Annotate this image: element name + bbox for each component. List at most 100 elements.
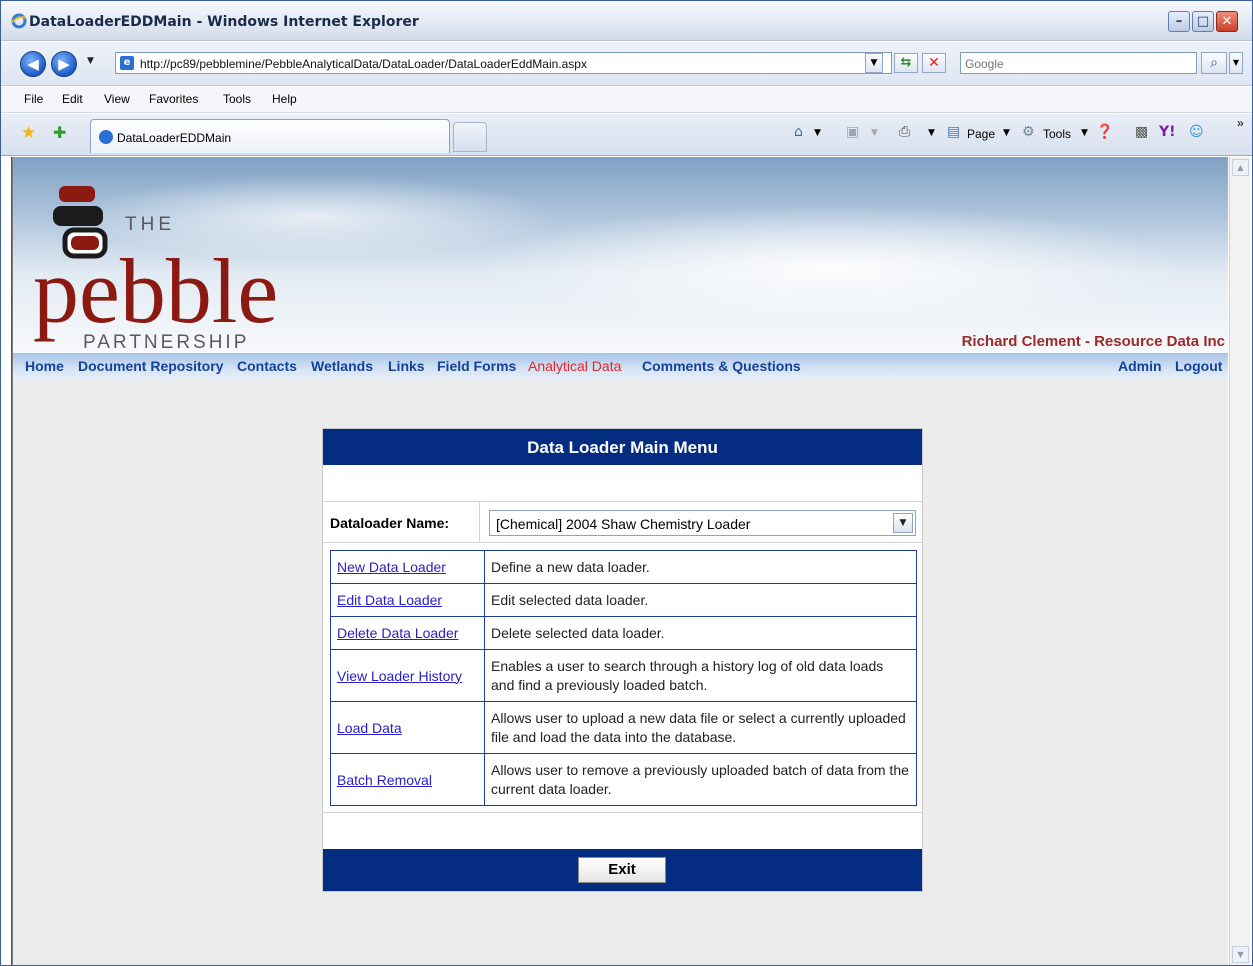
tools-dropdown-icon[interactable]: ▼	[1081, 128, 1088, 138]
browser-window: DataLoaderEDDMain - Windows Internet Exp…	[0, 0, 1253, 966]
new-data-loader-link[interactable]: New Data Loader	[337, 559, 446, 575]
panel-footer: Exit	[323, 849, 922, 891]
data-loader-panel: Data Loader Main Menu Dataloader Name: […	[322, 428, 923, 892]
row-description: Enables a user to search through a histo…	[484, 649, 917, 702]
batch-removal-link[interactable]: Batch Removal	[337, 772, 432, 788]
pebble-partnership-logo: THE pebble PARTNERSHIP	[33, 186, 278, 352]
nav-links[interactable]: Links	[388, 358, 425, 374]
maximize-button[interactable]: □	[1192, 11, 1214, 32]
nav-analytical-data[interactable]: Analytical Data	[528, 358, 621, 374]
forward-button[interactable]: ▶	[51, 51, 77, 77]
search-options-icon[interactable]: ▼	[1229, 52, 1243, 74]
research-icon[interactable]: ▩	[1135, 124, 1148, 140]
table-cell: Batch Removal	[330, 753, 485, 806]
ie-logo-icon	[11, 13, 27, 29]
refresh-icon[interactable]: ⇆	[894, 53, 918, 73]
tab-dataloader[interactable]: DataLoaderEDDMain	[90, 119, 450, 153]
history-dropdown-icon[interactable]: ▼	[87, 56, 94, 66]
page-dropdown-icon[interactable]: ▼	[1003, 128, 1010, 138]
stop-icon[interactable]: ✕	[922, 53, 946, 73]
print-dropdown-icon[interactable]: ▼	[928, 128, 935, 138]
new-tab-button[interactable]	[453, 122, 487, 152]
help-icon[interactable]: ❓	[1096, 124, 1113, 140]
edit-data-loader-link[interactable]: Edit Data Loader	[337, 592, 442, 608]
table-cell: New Data Loader	[330, 550, 485, 584]
nav-document-repository[interactable]: Document Repository	[78, 358, 223, 374]
table-row: Load Data Allows user to upload a new da…	[330, 701, 917, 754]
svg-text:THE: THE	[125, 214, 175, 235]
home-dropdown-icon[interactable]: ▼	[814, 128, 821, 138]
toolbar-overflow-icon[interactable]: »	[1237, 116, 1244, 130]
row-divider	[479, 502, 480, 542]
title-bar: DataLoaderEDDMain - Windows Internet Exp…	[1, 1, 1252, 41]
loader-selected-value: [Chemical] 2004 Shaw Chemistry Loader	[496, 516, 751, 532]
scroll-down-icon[interactable]: ▼	[1232, 946, 1249, 963]
search-input[interactable]	[961, 54, 1191, 74]
page-menu-label[interactable]: Page	[967, 127, 995, 141]
table-row: Edit Data Loader Edit selected data load…	[330, 583, 917, 617]
table-row: Batch Removal Allows user to remove a pr…	[330, 753, 917, 806]
loader-name-label: Dataloader Name:	[330, 515, 450, 531]
table-row: New Data Loader Define a new data loader…	[330, 550, 917, 584]
svg-text:PARTNERSHIP: PARTNERSHIP	[83, 332, 249, 352]
address-toolbar: ◀ ▶ ▼ e http://pc89/pebblemine/PebbleAna…	[1, 42, 1252, 86]
menu-bar: File Edit View Favorites Tools Help	[1, 87, 1252, 113]
menu-tools[interactable]: Tools	[223, 92, 251, 106]
menu-favorites[interactable]: Favorites	[149, 92, 198, 106]
tab-label: DataLoaderEDDMain	[117, 131, 232, 145]
delete-data-loader-link[interactable]: Delete Data Loader	[337, 625, 458, 641]
nav-field-forms[interactable]: Field Forms	[437, 358, 516, 374]
user-name: Richard Clement - Resource Data Inc	[961, 333, 1225, 350]
page-viewport: THE pebble PARTNERSHIP Richard Clement -…	[12, 157, 1228, 965]
nav-home[interactable]: Home	[25, 358, 64, 374]
exit-button[interactable]: Exit	[578, 857, 666, 883]
table-cell: Load Data	[330, 701, 485, 754]
chevron-down-icon[interactable]: ▼	[893, 513, 913, 533]
add-favorite-icon[interactable]: ✚	[53, 123, 66, 142]
nav-logout[interactable]: Logout	[1175, 358, 1222, 374]
table-row: View Loader History Enables a user to se…	[330, 649, 917, 702]
address-url[interactable]: http://pc89/pebblemine/PebbleAnalyticalD…	[140, 57, 587, 71]
yahoo-icon[interactable]: Y!	[1159, 124, 1176, 140]
window-title: DataLoaderEDDMain - Windows Internet Exp…	[29, 14, 419, 30]
row-description: Edit selected data loader.	[484, 583, 917, 617]
home-icon[interactable]: ⌂	[794, 124, 803, 140]
search-icon[interactable]: ⌕	[1201, 52, 1227, 74]
menu-file[interactable]: File	[24, 92, 43, 106]
menu-edit[interactable]: Edit	[62, 92, 83, 106]
divider	[323, 812, 922, 813]
load-data-link[interactable]: Load Data	[337, 720, 402, 736]
panel-header: Data Loader Main Menu	[323, 429, 922, 465]
feeds-icon[interactable]: ▣	[846, 124, 859, 140]
nav-admin[interactable]: Admin	[1118, 358, 1162, 374]
loader-name-row: Dataloader Name: [Chemical] 2004 Shaw Ch…	[323, 501, 922, 543]
close-button[interactable]: ✕	[1216, 11, 1238, 32]
nav-comments-questions[interactable]: Comments & Questions	[642, 358, 801, 374]
loader-name-select[interactable]: [Chemical] 2004 Shaw Chemistry Loader ▼	[489, 510, 916, 536]
site-nav: Home Document Repository Contacts Wetlan…	[13, 353, 1228, 379]
nav-wetlands[interactable]: Wetlands	[311, 358, 373, 374]
site-banner: THE pebble PARTNERSHIP Richard Clement -…	[13, 157, 1228, 353]
tab-bar: ★ ✚ DataLoaderEDDMain ⌂ ▼ ▣ ▼ ⎙ ▼ ▤ Page…	[1, 114, 1252, 156]
menu-help[interactable]: Help	[272, 92, 297, 106]
favorites-star-icon[interactable]: ★	[21, 123, 36, 143]
address-dropdown-icon[interactable]: ▼	[865, 53, 883, 73]
nav-contacts[interactable]: Contacts	[237, 358, 297, 374]
minimize-button[interactable]: –	[1168, 11, 1190, 32]
scroll-up-icon[interactable]: ▲	[1232, 159, 1249, 176]
row-description: Define a new data loader.	[484, 550, 917, 584]
address-bar[interactable]: e http://pc89/pebblemine/PebbleAnalytica…	[115, 52, 892, 74]
tools-gear-icon[interactable]: ⚙	[1022, 124, 1035, 140]
panel-title: Data Loader Main Menu	[527, 438, 718, 457]
tools-menu-label[interactable]: Tools	[1043, 127, 1071, 141]
table-row: Delete Data Loader Delete selected data …	[330, 616, 917, 650]
feeds-dropdown-icon[interactable]: ▼	[871, 128, 878, 138]
vertical-scrollbar[interactable]: ▲ ▼	[1229, 157, 1250, 965]
back-button[interactable]: ◀	[20, 51, 46, 77]
messenger-icon[interactable]: ☺	[1189, 124, 1204, 140]
search-box[interactable]	[960, 52, 1197, 74]
view-loader-history-link[interactable]: View Loader History	[337, 668, 462, 684]
menu-view[interactable]: View	[104, 92, 130, 106]
print-icon[interactable]: ⎙	[899, 124, 910, 140]
page-menu-icon[interactable]: ▤	[947, 124, 960, 140]
